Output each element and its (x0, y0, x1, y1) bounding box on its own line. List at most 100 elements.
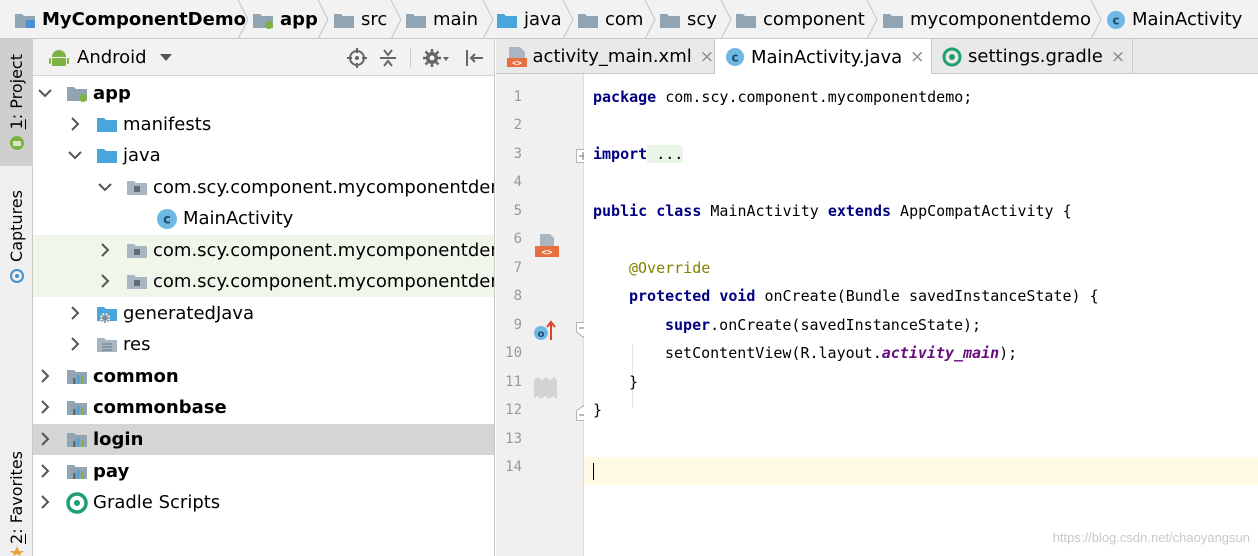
tree-item-pay[interactable]: pay (33, 456, 494, 487)
view-mode-selector[interactable]: Android (77, 39, 147, 76)
editor-tab-bar: <> activity_main.xml × c MainActivity.ja… (496, 39, 1258, 75)
folder-icon (97, 118, 117, 132)
keyword: void (719, 287, 756, 305)
collapse-all-icon[interactable] (378, 48, 398, 68)
breadcrumb-item-main[interactable]: main (405, 0, 478, 39)
tool-tab-captures[interactable]: Captures (0, 184, 33, 289)
tree-item-label: com.scy.component.mycomponentdemo (153, 271, 495, 292)
collapsed-arrow-icon[interactable] (68, 117, 82, 131)
library-module-icon (67, 433, 87, 447)
collapsed-arrow-icon[interactable] (98, 243, 112, 257)
tree-item-res[interactable]: res (33, 329, 494, 360)
keyword: package (593, 88, 657, 106)
dropdown-arrow-icon[interactable] (160, 54, 172, 62)
tree-item-package[interactable]: com.scy.component.mycomponentdemo (33, 172, 495, 203)
tab-label: settings.gradle (968, 46, 1103, 67)
collapsed-arrow-icon[interactable] (98, 274, 112, 288)
code-text: onCreate(Bundle savedInstanceState) { (755, 287, 1099, 305)
hide-panel-icon[interactable] (465, 48, 485, 68)
tree-item-commonbase[interactable]: commonbase (33, 392, 494, 423)
tree-item-login[interactable]: login (33, 424, 494, 455)
expand-arrow-icon[interactable] (98, 180, 112, 194)
tab-mainactivity-java[interactable]: c MainActivity.java × (715, 39, 932, 75)
tree-item-label: com.scy.component.mycomponentdemo (153, 177, 495, 198)
breadcrumb-label: src (361, 9, 388, 30)
line-number: 3 (513, 146, 522, 162)
layout-file-link-icon[interactable]: <> (534, 233, 560, 259)
line-number: 1 (513, 89, 522, 105)
tree-item-app[interactable]: app (33, 78, 494, 109)
tree-item-package-test[interactable]: com.scy.component.mycomponentdemo (33, 266, 495, 297)
breadcrumb-item-project[interactable]: MyComponentDemo (14, 0, 246, 39)
expand-arrow-icon[interactable] (38, 86, 52, 100)
module-folder-icon (253, 13, 273, 29)
breadcrumb-label: app (280, 9, 318, 30)
tool-tab-project[interactable]: 1: Project (0, 39, 33, 166)
breadcrumb-item-com[interactable]: com (577, 0, 643, 39)
project-panel-header: Android (33, 39, 494, 76)
line-number: 13 (505, 431, 522, 447)
close-icon[interactable]: × (700, 47, 714, 67)
collapsed-arrow-icon[interactable] (68, 337, 82, 351)
library-module-icon (67, 370, 87, 384)
code-area[interactable]: package com.scy.component.mycomponentdem… (584, 74, 1258, 556)
breadcrumb-label: mycomponentdemo (910, 9, 1092, 30)
gear-icon[interactable] (422, 48, 450, 68)
tree-item-package-androidtest[interactable]: com.scy.component.mycomponentdemo (33, 235, 494, 266)
tree-item-label: res (123, 334, 151, 355)
folded-imports[interactable]: ... (647, 145, 684, 163)
close-icon[interactable]: × (910, 47, 924, 67)
code-text: AppCompatActivity { (891, 202, 1072, 220)
breadcrumb-label: component (763, 9, 865, 30)
breadcrumb-item-app[interactable]: app (252, 0, 318, 39)
code-line-3: import ... (593, 140, 684, 168)
expand-arrow-icon[interactable] (68, 148, 82, 162)
breadcrumb-item-component[interactable]: component (735, 0, 865, 39)
collapsed-arrow-icon[interactable] (38, 400, 52, 414)
breadcrumb-separator (1090, 0, 1102, 39)
collapsed-arrow-icon[interactable] (38, 495, 52, 509)
collapsed-arrow-icon[interactable] (68, 306, 82, 320)
tree-item-common[interactable]: common (33, 361, 494, 392)
breadcrumb-item-mainactivity[interactable]: c MainActivity (1106, 0, 1242, 39)
tree-item-mainactivity[interactable]: c MainActivity (33, 203, 494, 234)
toolbar-divider (410, 48, 411, 68)
tree-item-manifests[interactable]: manifests (33, 109, 494, 140)
tab-activity-main-xml[interactable]: <> activity_main.xml × (496, 39, 715, 74)
tree-item-label: MainActivity (183, 208, 294, 229)
line-number: 10 (505, 345, 522, 361)
breadcrumb-item-src[interactable]: src (333, 0, 387, 39)
code-line-12: } (593, 368, 638, 396)
tool-tab-project-number: 1 (7, 119, 26, 130)
code-line-10: super.onCreate(savedInstanceState); (593, 311, 981, 339)
override-method-icon[interactable]: o (533, 320, 557, 342)
breadcrumb-item-scy[interactable]: scy (659, 0, 717, 39)
breadcrumb-separator (644, 0, 656, 39)
gradle-icon (66, 492, 88, 514)
breadcrumb-item-mycomponentdemo[interactable]: mycomponentdemo (882, 0, 1091, 39)
breadcrumb-label: main (433, 9, 478, 30)
breadcrumb-label: java (524, 9, 562, 30)
line-number: 12 (505, 402, 522, 418)
collapsed-arrow-icon[interactable] (38, 432, 52, 446)
svg-text:<>: <> (542, 248, 553, 258)
code-text: ); (999, 344, 1018, 362)
tab-settings-gradle[interactable]: settings.gradle × (932, 39, 1133, 74)
breadcrumb-item-java[interactable]: java (496, 0, 562, 39)
line-number: 6 (513, 231, 522, 247)
keyword: extends (827, 202, 892, 220)
tool-tab-favorites-label: 2: Favorites (7, 451, 26, 544)
code-text: .onCreate(savedInstanceState); (710, 316, 982, 334)
static-field: activity_main (881, 344, 1000, 362)
tree-item-gradle-scripts[interactable]: Gradle Scripts (33, 487, 494, 518)
tree-item-java[interactable]: java (33, 140, 494, 171)
collapsed-arrow-icon[interactable] (38, 369, 52, 383)
tool-tab-favorites[interactable]: 2: Favorites (0, 451, 33, 556)
collapsed-arrow-icon[interactable] (38, 464, 52, 478)
close-icon[interactable]: × (1111, 47, 1125, 67)
tree-item-generatedjava[interactable]: generatedJava (33, 298, 494, 329)
tree-item-label: manifests (123, 114, 212, 135)
project-folder-icon (15, 13, 35, 28)
locate-target-icon[interactable] (347, 48, 367, 68)
code-line-8: @Override (593, 254, 710, 282)
